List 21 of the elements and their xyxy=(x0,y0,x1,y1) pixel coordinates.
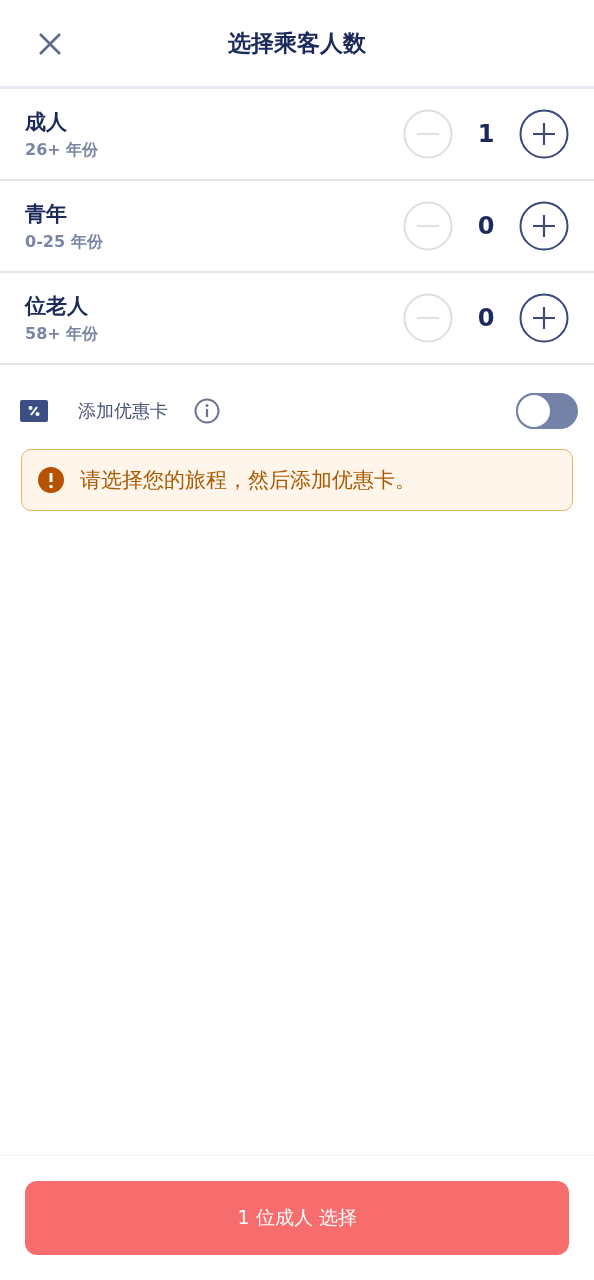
close-icon[interactable] xyxy=(38,32,62,56)
discount-toggle[interactable] xyxy=(516,393,578,429)
page-title: 选择乘客人数 xyxy=(228,28,366,58)
passenger-type: 位老人 xyxy=(25,292,89,320)
passenger-count: 0 xyxy=(476,212,496,240)
passenger-type: 成人 xyxy=(25,108,68,136)
plus-button[interactable] xyxy=(519,293,569,343)
age-range: 0-25 年份 xyxy=(25,231,104,253)
plus-button[interactable] xyxy=(519,109,569,159)
plus-button[interactable] xyxy=(519,201,569,251)
alert-message: 请选择您的旅程，然后添加优惠卡。 xyxy=(80,467,416,494)
passenger-count: 0 xyxy=(476,304,496,332)
passenger-type: 青年 xyxy=(25,200,68,228)
passenger-count: 1 xyxy=(476,120,496,148)
discount-icon xyxy=(20,400,48,422)
select-button[interactable]: 1 位成人 选择 xyxy=(25,1181,569,1255)
info-icon[interactable] xyxy=(194,398,220,424)
age-range: 26+ 年份 xyxy=(25,139,100,161)
discount-card-label: 添加优惠卡 xyxy=(78,399,168,423)
age-range: 58+ 年份 xyxy=(25,323,100,345)
warning-icon xyxy=(38,467,64,493)
